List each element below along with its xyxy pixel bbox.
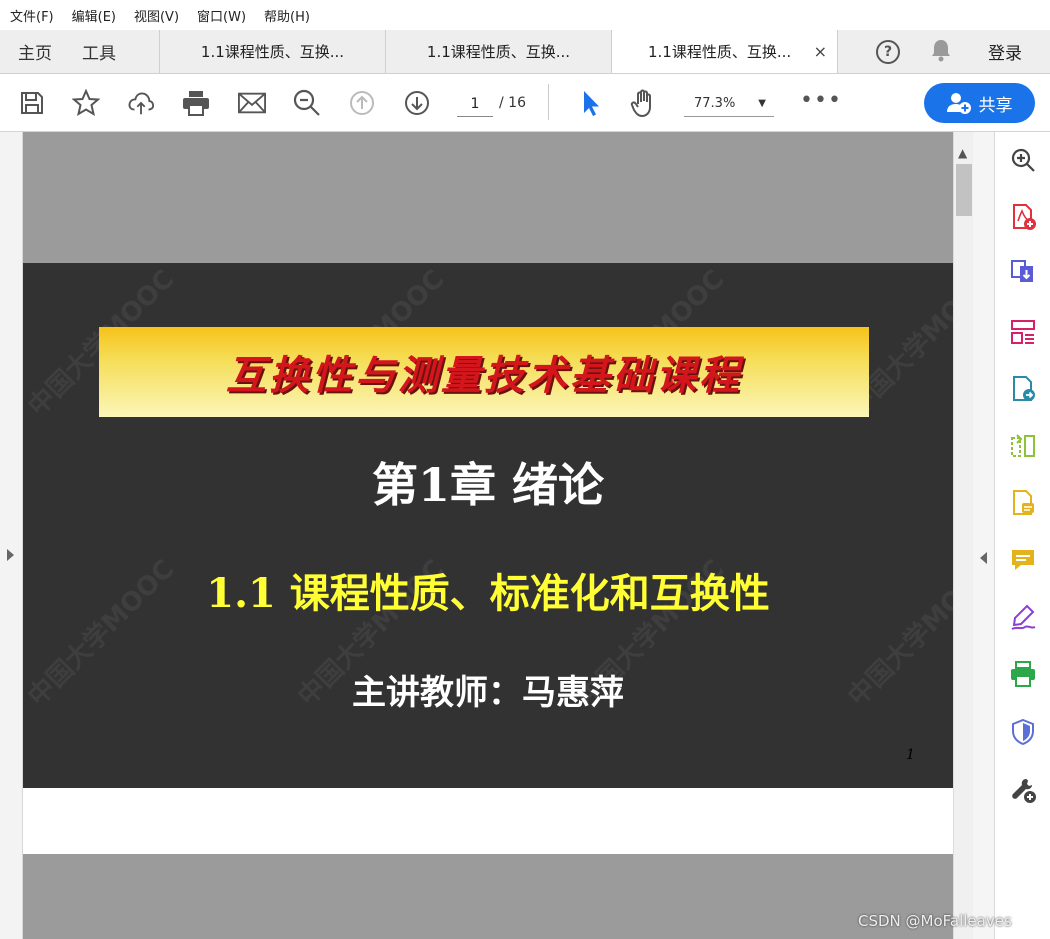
protect-icon[interactable]: [1009, 718, 1037, 746]
document-tab-active[interactable]: 1.1课程性质、互换... ×: [612, 30, 838, 73]
course-title: 互换性与测量技术基础课程: [226, 352, 742, 399]
page-margin: [23, 788, 953, 854]
hand-tool-icon[interactable]: [630, 89, 658, 118]
menu-file[interactable]: 文件(F): [10, 6, 54, 25]
toolbar: 1 / 16 77.3% ▼ ••• 共享: [0, 74, 1050, 132]
add-user-icon: [946, 93, 971, 114]
expand-left-icon: [7, 549, 14, 561]
document-tab[interactable]: 1.1课程性质、互换...: [160, 30, 386, 73]
edit-pdf-icon[interactable]: [1009, 489, 1037, 517]
account-area: ? 登录: [838, 30, 1050, 73]
menu-window[interactable]: 窗口(W): [197, 6, 246, 25]
page-total: / 16: [499, 95, 526, 111]
create-pdf-icon[interactable]: [1009, 203, 1037, 231]
slide-page: 中国大学MOOC 中国大学MOOC 中国大学MOOC 中国大学MOOC 中国大学…: [23, 263, 953, 788]
menu-help[interactable]: 帮助(H): [264, 6, 310, 25]
comment-icon[interactable]: [1009, 546, 1037, 574]
document-tab-label: 1.1课程性质、互换...: [426, 43, 571, 61]
share-label: 共享: [978, 95, 1013, 116]
zoom-select[interactable]: 77.3% ▼: [684, 91, 774, 117]
next-page-icon[interactable]: [403, 89, 431, 117]
email-icon[interactable]: [238, 89, 266, 117]
select-cursor-icon[interactable]: [577, 89, 605, 117]
toolbar-divider: [548, 84, 549, 120]
chapter-title: 第1章 绪论: [371, 458, 605, 512]
fill-sign-icon[interactable]: [1009, 603, 1037, 631]
collapse-right-icon: [980, 552, 987, 564]
compare-icon[interactable]: [1009, 432, 1037, 460]
document-tab[interactable]: 1.1课程性质、互换...: [386, 30, 612, 73]
left-panel-toggle[interactable]: [0, 132, 23, 939]
share-button[interactable]: 共享: [924, 83, 1035, 123]
title-banner: 互换性与测量技术基础课程: [99, 327, 869, 417]
help-icon[interactable]: ?: [876, 39, 900, 64]
menu-view[interactable]: 视图(V): [134, 6, 179, 25]
save-icon[interactable]: [18, 89, 46, 117]
convert-pdf-icon[interactable]: [1009, 375, 1037, 403]
more-tools-icon[interactable]: [1009, 776, 1037, 804]
right-panel-toggle[interactable]: [973, 132, 995, 939]
nav-tabs: 主页 工具: [0, 30, 160, 73]
tab-home[interactable]: 主页: [18, 39, 52, 64]
tools-pane: [995, 132, 1050, 939]
search-zoom-icon[interactable]: [293, 89, 321, 117]
more-options-icon[interactable]: •••: [800, 88, 842, 113]
page-number-input[interactable]: 1: [457, 91, 493, 117]
document-tab-label: 1.1课程性质、互换...: [648, 43, 792, 61]
scroll-up-icon[interactable]: ▲: [958, 146, 967, 160]
chevron-down-icon: ▼: [758, 98, 766, 109]
print-production-icon[interactable]: [1009, 660, 1037, 688]
scroll-thumb[interactable]: [956, 164, 972, 216]
menu-edit[interactable]: 编辑(E): [72, 6, 116, 25]
vertical-scrollbar[interactable]: ▲: [953, 132, 973, 939]
bookmark-star-icon[interactable]: [72, 89, 100, 117]
slide-page-number: 1: [906, 747, 915, 763]
tab-tools[interactable]: 工具: [82, 39, 116, 64]
section-title: 1.1 课程性质、标准化和互换性: [206, 570, 770, 617]
close-tab-icon[interactable]: ×: [814, 42, 827, 61]
zoom-tool-icon[interactable]: [1009, 146, 1037, 174]
bell-icon[interactable]: [930, 38, 952, 66]
upload-cloud-icon[interactable]: [127, 89, 155, 117]
previous-page-icon[interactable]: [348, 89, 376, 117]
print-icon[interactable]: [182, 89, 210, 117]
export-pdf-icon[interactable]: [1009, 258, 1037, 286]
zoom-value: 77.3%: [694, 96, 736, 111]
organize-pages-icon[interactable]: [1009, 318, 1037, 346]
login-button[interactable]: 登录: [988, 39, 1022, 64]
teacher-name: 主讲教师：马惠萍: [352, 673, 624, 713]
tab-bar: 主页 工具 1.1课程性质、互换... 1.1课程性质、互换... 1.1课程性…: [0, 30, 1050, 74]
credit-watermark: CSDN @MoFalleaves: [858, 912, 1012, 930]
menu-bar: 文件(F) 编辑(E) 视图(V) 窗口(W) 帮助(H): [0, 0, 1050, 30]
document-tab-label: 1.1课程性质、互换...: [200, 43, 345, 61]
document-viewport[interactable]: 中国大学MOOC 中国大学MOOC 中国大学MOOC 中国大学MOOC 中国大学…: [23, 132, 953, 939]
